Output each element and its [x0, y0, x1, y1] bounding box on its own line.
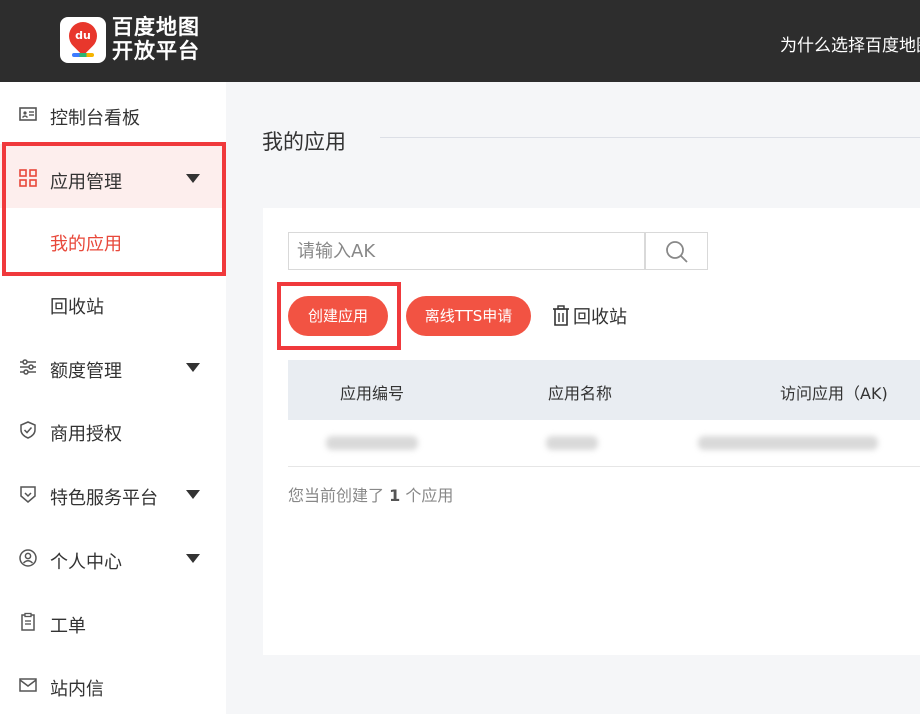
dashboard-card-icon [19, 107, 37, 121]
sidebar-item-label: 商用授权 [50, 424, 122, 445]
redacted-ak [698, 436, 878, 450]
search-icon [666, 241, 688, 263]
column-header-app-id: 应用编号 [340, 384, 405, 403]
summary-prefix: 您当前创建了 [288, 486, 385, 505]
sidebar-item-quota-management[interactable]: 额度管理 [0, 347, 226, 387]
sidebar-item-messages[interactable]: 站内信 [0, 665, 226, 705]
sidebar-item-featured-services[interactable]: 特色服务平台 [0, 474, 226, 514]
sidebar-item-tickets[interactable]: 工单 [0, 602, 226, 642]
app-count: 1 [389, 486, 401, 505]
sidebar-item-label: 特色服务平台 [50, 488, 158, 509]
recycle-bin-label: 回收站 [573, 307, 627, 328]
heart-badge-icon [20, 486, 36, 503]
redacted-app-id [326, 436, 418, 450]
chevron-down-icon [186, 490, 200, 499]
user-circle-icon [19, 549, 37, 567]
column-header-ak: 访问应用（AK) [780, 384, 888, 403]
logo-icon-text: du [75, 29, 91, 42]
page-title: 我的应用 [262, 130, 346, 154]
sidebar-item-label: 工单 [50, 616, 86, 637]
logo-line1: 百度地图 [112, 15, 200, 39]
sidebar-item-recycle-bin[interactable]: 回收站 [0, 283, 226, 323]
header-nav-link[interactable]: 为什么选择百度地图 [780, 31, 920, 56]
chevron-down-icon [186, 554, 200, 563]
ak-search-input[interactable] [288, 232, 645, 270]
sidebar-item-commercial-license[interactable]: 商用授权 [0, 410, 226, 450]
sidebar-item-dashboard[interactable]: 控制台看板 [0, 94, 226, 134]
logo-text[interactable]: 百度地图 开放平台 [112, 15, 200, 63]
table-row[interactable] [288, 420, 920, 467]
sidebar-item-label: 站内信 [50, 679, 104, 700]
sidebar-item-label: 个人中心 [50, 552, 122, 573]
chevron-down-icon [186, 363, 200, 372]
sidebar-item-personal-center[interactable]: 个人中心 [0, 538, 226, 578]
clipboard-icon [21, 612, 35, 631]
summary-suffix: 个应用 [405, 486, 454, 505]
baidu-map-logo-icon[interactable]: du [60, 16, 106, 63]
logo-line2: 开放平台 [112, 39, 200, 63]
highlight-box-create-app [277, 282, 401, 350]
mail-icon [19, 678, 37, 692]
offline-tts-apply-button[interactable]: 离线TTS申请 [406, 296, 531, 336]
sliders-icon [20, 359, 36, 375]
sidebar-item-label: 回收站 [50, 297, 104, 318]
logo-color-strip [72, 53, 94, 57]
title-divider [380, 137, 920, 138]
redacted-app-name [546, 436, 598, 450]
search-button[interactable] [645, 232, 708, 270]
highlight-box-app-management [2, 142, 226, 276]
shield-check-icon [20, 421, 36, 439]
trash-icon [553, 305, 569, 326]
column-header-app-name: 应用名称 [548, 384, 613, 403]
app-count-summary: 您当前创建了 1 个应用 [288, 482, 453, 506]
top-header: du 百度地图 开放平台 为什么选择百度地图 [0, 0, 920, 82]
table-header: 应用编号 应用名称 访问应用（AK) [288, 360, 920, 420]
sidebar-item-label: 控制台看板 [50, 108, 140, 129]
sidebar-item-label: 额度管理 [50, 361, 122, 382]
